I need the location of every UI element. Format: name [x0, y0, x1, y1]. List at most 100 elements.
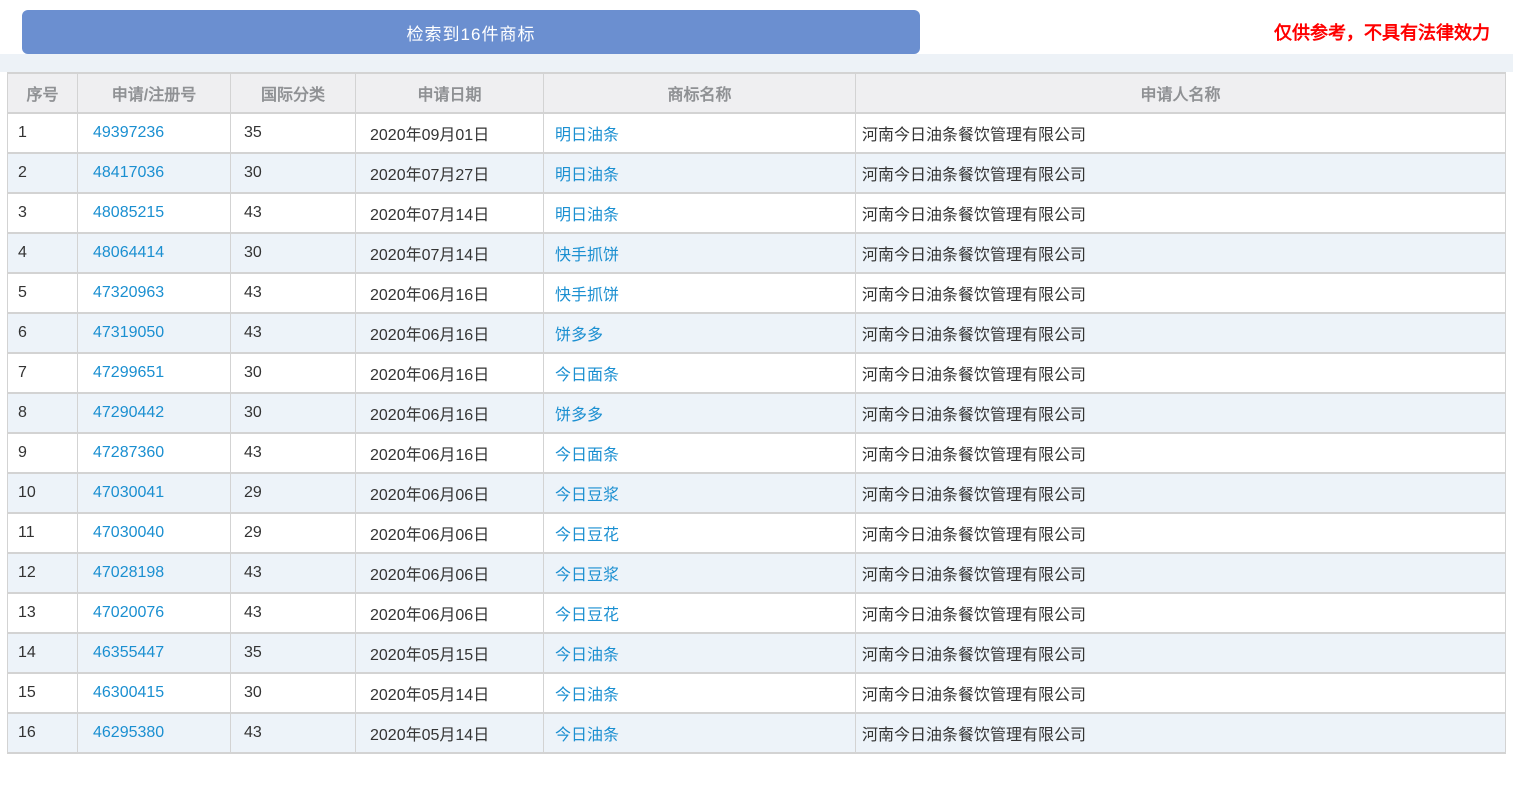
- table-cell: 今日豆浆: [543, 552, 856, 594]
- cell-intl-class: 35: [230, 632, 356, 674]
- cell-index: 14: [7, 632, 78, 674]
- cell-applicant-name: 河南今日油条餐饮管理有限公司: [855, 672, 1506, 714]
- cell-index: 13: [7, 592, 78, 634]
- cell-applicant-name: 河南今日油条餐饮管理有限公司: [855, 632, 1506, 674]
- trademark-name-link[interactable]: 今日油条: [555, 647, 619, 664]
- table-cell: 今日豆花: [543, 592, 856, 634]
- registration-number-link[interactable]: 47030041: [93, 484, 164, 501]
- table-cell: 今日油条: [543, 672, 856, 714]
- table-row: 11 47030040 29 2020年06月06日 今日豆花 河南今日油条餐饮管理有限公…: [7, 512, 1506, 554]
- cell-intl-class: 30: [230, 232, 356, 274]
- table-cell: 快手抓饼: [543, 272, 856, 314]
- cell-index: 12: [7, 552, 78, 594]
- registration-number-link[interactable]: 48417036: [93, 164, 164, 181]
- trademark-name-link[interactable]: 今日面条: [555, 367, 619, 384]
- table-row: 2 48417036 30 2020年07月27日 明日油条 河南今日油条餐饮管理有限公司: [7, 152, 1506, 194]
- table-row: 7 47299651 30 2020年06月16日 今日面条 河南今日油条餐饮管理有限公司: [7, 352, 1506, 394]
- trademark-name-link[interactable]: 今日豆花: [555, 527, 619, 544]
- result-count-banner[interactable]: 检索到16件商标: [22, 10, 920, 54]
- table-cell: 47030040: [77, 512, 231, 554]
- trademark-name-link[interactable]: 今日豆花: [555, 607, 619, 624]
- table-row: 10 47030041 29 2020年06月06日 今日豆浆 河南今日油条餐饮管理有限公…: [7, 472, 1506, 514]
- cell-apply-date: 2020年06月16日: [355, 392, 544, 434]
- registration-number-link[interactable]: 48085215: [93, 204, 164, 221]
- registration-number-link[interactable]: 47030040: [93, 524, 164, 541]
- trademark-name-link[interactable]: 饼多多: [555, 407, 603, 424]
- table-cell: 47299651: [77, 352, 231, 394]
- table-row: 4 48064414 30 2020年07月14日 快手抓饼 河南今日油条餐饮管理有限公司: [7, 232, 1506, 274]
- registration-number-link[interactable]: 47290442: [93, 404, 164, 421]
- table-row: 6 47319050 43 2020年06月16日 饼多多 河南今日油条餐饮管理有限公司: [7, 312, 1506, 354]
- table-row: 14 46355447 35 2020年05月15日 今日油条 河南今日油条餐饮管理有限公…: [7, 632, 1506, 674]
- cell-apply-date: 2020年06月16日: [355, 432, 544, 474]
- table-cell: 明日油条: [543, 152, 856, 194]
- registration-number-link[interactable]: 47320963: [93, 284, 164, 301]
- registration-number-link[interactable]: 47287360: [93, 444, 164, 461]
- table-cell: 今日豆花: [543, 512, 856, 554]
- registration-number-link[interactable]: 48064414: [93, 244, 164, 261]
- cell-intl-class: 29: [230, 512, 356, 554]
- trademark-name-link[interactable]: 今日豆浆: [555, 487, 619, 504]
- registration-number-link[interactable]: 47299651: [93, 364, 164, 381]
- trademark-name-link[interactable]: 今日油条: [555, 727, 619, 744]
- registration-number-link[interactable]: 46355447: [93, 644, 164, 661]
- trademark-name-link[interactable]: 今日油条: [555, 687, 619, 704]
- registration-number-link[interactable]: 47319050: [93, 324, 164, 341]
- header-apply-date: 申请日期: [355, 72, 544, 114]
- cell-intl-class: 43: [230, 712, 356, 754]
- cell-index: 8: [7, 392, 78, 434]
- results-table-body: 1 49397236 35 2020年09月01日 明日油条 河南今日油条餐饮管理有限公司…: [7, 112, 1506, 754]
- cell-apply-date: 2020年05月15日: [355, 632, 544, 674]
- trademark-name-link[interactable]: 快手抓饼: [555, 287, 619, 304]
- cell-index: 10: [7, 472, 78, 514]
- cell-apply-date: 2020年07月27日: [355, 152, 544, 194]
- header-index: 序号: [7, 72, 78, 114]
- table-row: 8 47290442 30 2020年06月16日 饼多多 河南今日油条餐饮管理有限公司: [7, 392, 1506, 434]
- table-cell: 46355447: [77, 632, 231, 674]
- cell-index: 3: [7, 192, 78, 234]
- cell-applicant-name: 河南今日油条餐饮管理有限公司: [855, 152, 1506, 194]
- registration-number-link[interactable]: 46300415: [93, 684, 164, 701]
- cell-index: 15: [7, 672, 78, 714]
- table-cell: 49397236: [77, 112, 231, 154]
- trademark-name-link[interactable]: 明日油条: [555, 167, 619, 184]
- cell-intl-class: 29: [230, 472, 356, 514]
- disclaimer-text: 仅供参考，不具有法律效力: [1274, 23, 1490, 43]
- cell-apply-date: 2020年09月01日: [355, 112, 544, 154]
- cell-intl-class: 43: [230, 592, 356, 634]
- table-row: 9 47287360 43 2020年06月16日 今日面条 河南今日油条餐饮管理有限公司: [7, 432, 1506, 474]
- registration-number-link[interactable]: 46295380: [93, 724, 164, 741]
- cell-intl-class: 35: [230, 112, 356, 154]
- trademark-name-link[interactable]: 明日油条: [555, 127, 619, 144]
- cell-intl-class: 43: [230, 432, 356, 474]
- trademark-name-link[interactable]: 今日面条: [555, 447, 619, 464]
- cell-index: 6: [7, 312, 78, 354]
- cell-intl-class: 30: [230, 152, 356, 194]
- table-cell: 今日豆浆: [543, 472, 856, 514]
- table-cell: 明日油条: [543, 112, 856, 154]
- cell-applicant-name: 河南今日油条餐饮管理有限公司: [855, 312, 1506, 354]
- cell-applicant-name: 河南今日油条餐饮管理有限公司: [855, 232, 1506, 274]
- cell-index: 4: [7, 232, 78, 274]
- table-cell: 47030041: [77, 472, 231, 514]
- trademark-name-link[interactable]: 饼多多: [555, 327, 603, 344]
- table-row: 1 49397236 35 2020年09月01日 明日油条 河南今日油条餐饮管理有限公司: [7, 112, 1506, 154]
- table-cell: 明日油条: [543, 192, 856, 234]
- table-header-row: 序号 申请/注册号 国际分类 申请日期 商标名称 申请人名称: [7, 72, 1506, 114]
- cell-applicant-name: 河南今日油条餐饮管理有限公司: [855, 712, 1506, 754]
- cell-intl-class: 43: [230, 192, 356, 234]
- table-cell: 饼多多: [543, 392, 856, 434]
- table-cell: 饼多多: [543, 312, 856, 354]
- trademark-name-link[interactable]: 今日豆浆: [555, 567, 619, 584]
- trademark-name-link[interactable]: 明日油条: [555, 207, 619, 224]
- cell-apply-date: 2020年05月14日: [355, 672, 544, 714]
- cell-index: 2: [7, 152, 78, 194]
- registration-number-link[interactable]: 49397236: [93, 124, 164, 141]
- trademark-name-link[interactable]: 快手抓饼: [555, 247, 619, 264]
- cell-index: 7: [7, 352, 78, 394]
- table-cell: 47287360: [77, 432, 231, 474]
- registration-number-link[interactable]: 47020076: [93, 604, 164, 621]
- cell-applicant-name: 河南今日油条餐饮管理有限公司: [855, 432, 1506, 474]
- registration-number-link[interactable]: 47028198: [93, 564, 164, 581]
- results-table: 序号 申请/注册号 国际分类 申请日期 商标名称 申请人名称 1 49397236…: [7, 72, 1506, 754]
